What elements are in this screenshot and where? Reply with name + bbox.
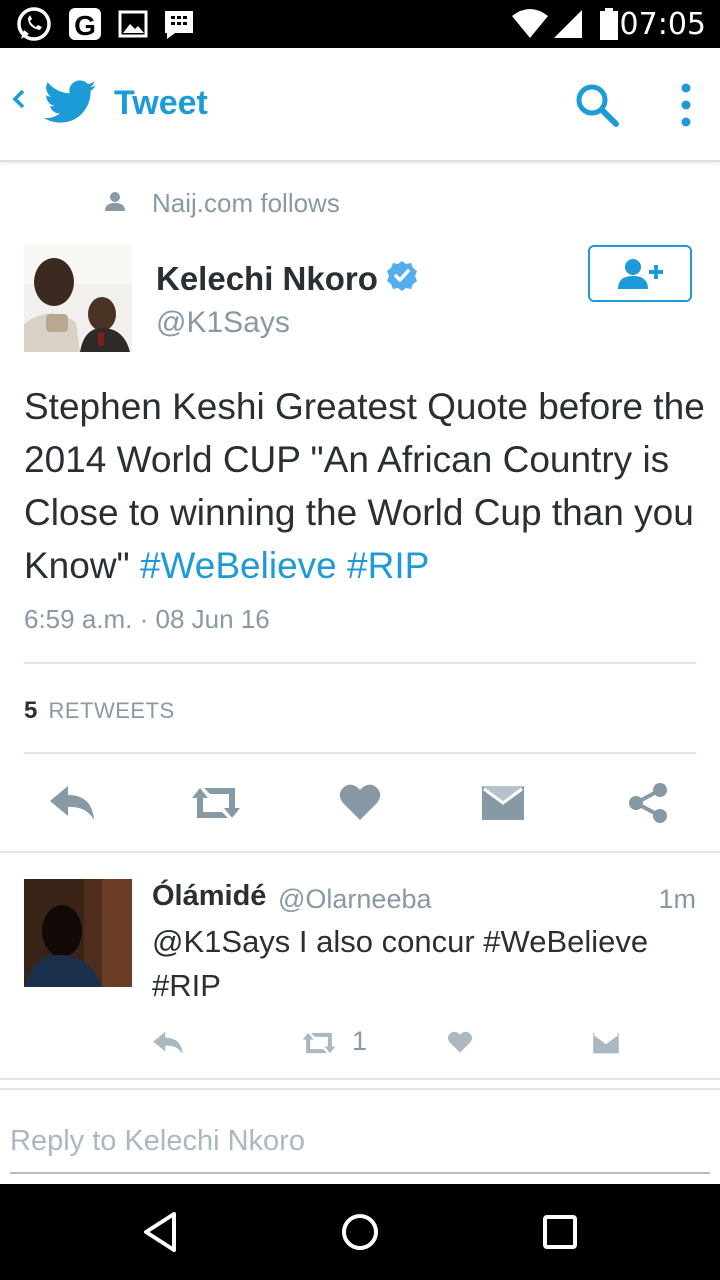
reply-input[interactable]	[10, 1110, 710, 1174]
reply-avatar[interactable]	[24, 879, 132, 987]
retweet-count-label: RETWEETS	[48, 698, 175, 723]
nav-home-icon[interactable]	[340, 1210, 380, 1254]
status-bar: G 07:05	[0, 0, 720, 48]
twitter-bird-icon	[44, 80, 96, 123]
signal-icon	[554, 10, 582, 38]
retweet-count[interactable]: 5 RETWEETS	[24, 697, 175, 725]
battery-icon	[600, 8, 618, 40]
reply-retweet-count: 1	[352, 1026, 368, 1056]
retweet-count-value: 5	[24, 697, 38, 724]
navigation-bar	[0, 1184, 720, 1280]
whatsapp-icon	[17, 7, 51, 41]
retweet-icon[interactable]	[188, 784, 244, 822]
page-title: Tweet	[114, 84, 208, 122]
like-heart-icon[interactable]	[338, 782, 382, 822]
svg-text:G: G	[74, 10, 96, 41]
reply-icon[interactable]	[48, 784, 96, 822]
divider	[24, 662, 696, 664]
app-bar: Tweet	[0, 48, 720, 162]
author-photo	[24, 244, 132, 352]
tweet-timestamp: 6:59 a.m. · 08 Jun 16	[24, 604, 270, 634]
author-name[interactable]: Kelechi Nkoro	[156, 260, 378, 298]
reply-time: 1m	[658, 884, 696, 914]
direct-message-icon[interactable]	[480, 784, 526, 822]
g-icon: G	[69, 8, 101, 41]
social-context-text: Naij.com follows	[152, 188, 340, 218]
divider	[0, 851, 720, 853]
wifi-icon	[512, 9, 548, 38]
share-icon[interactable]	[626, 782, 670, 824]
image-icon	[118, 10, 148, 38]
follow-user-icon	[618, 259, 663, 289]
divider	[24, 752, 696, 754]
author-avatar[interactable]	[24, 244, 132, 352]
nav-recents-icon[interactable]	[542, 1210, 578, 1254]
search-icon[interactable]	[574, 82, 620, 128]
person-icon	[105, 192, 125, 211]
back-icon[interactable]	[10, 84, 26, 114]
reply-composer	[0, 1088, 720, 1186]
hashtag-webelieve[interactable]: #WeBelieve	[140, 545, 337, 586]
tweet-text: Stephen Keshi Greatest Quote before the …	[24, 380, 710, 592]
reply-message-icon[interactable]	[592, 1030, 620, 1056]
divider	[0, 1078, 720, 1080]
reply-author-photo	[24, 879, 132, 987]
reply-author-handle[interactable]: @Olarneeba	[278, 884, 432, 915]
author-handle[interactable]: @K1Says	[156, 306, 290, 340]
follow-button[interactable]	[588, 245, 692, 302]
reply-retweet-icon[interactable]	[300, 1030, 338, 1056]
reply-like-icon[interactable]	[447, 1030, 473, 1054]
more-vert-icon[interactable]	[674, 80, 698, 130]
verified-badge-icon	[387, 261, 417, 291]
bbm-icon	[165, 11, 193, 39]
reply-author-name[interactable]: Ólámidé	[152, 880, 266, 913]
reply-text: @K1Says I also concur #WeBelieve #RIP	[152, 924, 649, 1003]
status-time: 07:05	[619, 7, 706, 42]
nav-back-icon[interactable]	[140, 1210, 180, 1254]
hashtag-rip[interactable]: #RIP	[347, 545, 429, 586]
reply-reply-icon[interactable]	[152, 1030, 184, 1056]
